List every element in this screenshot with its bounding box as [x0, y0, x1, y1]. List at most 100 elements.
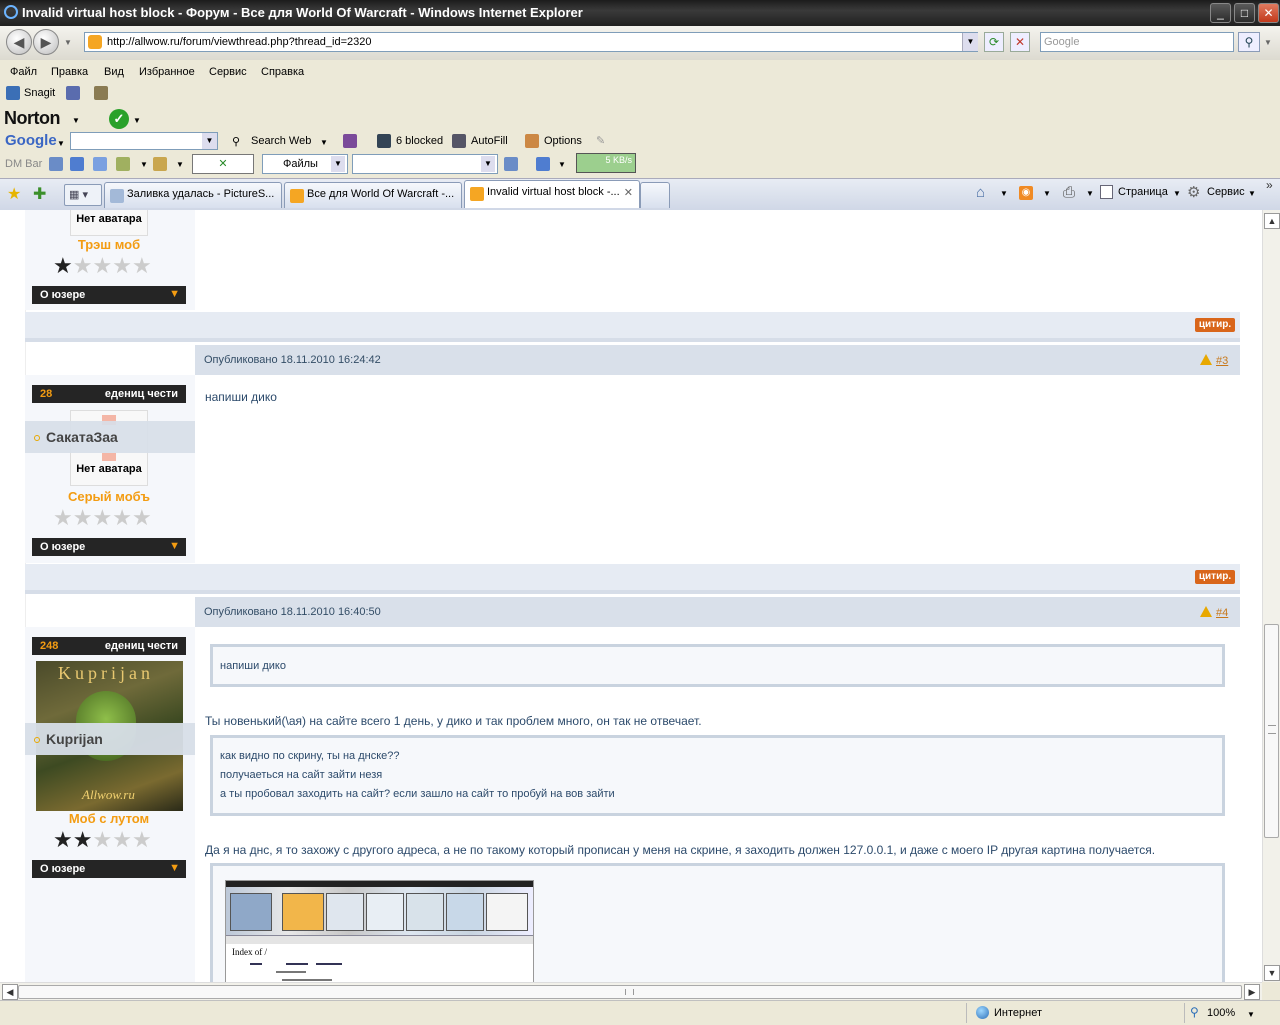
page-dropdown-icon[interactable]: ▼ [1173, 189, 1181, 198]
google-search-dropdown-icon[interactable]: ▼ [202, 133, 217, 149]
embedded-screenshot-image[interactable]: Index of / [225, 880, 534, 982]
dm-add-icon[interactable] [70, 157, 84, 171]
dm-download-arrow-icon[interactable] [536, 157, 550, 171]
dm-url-dropdown-icon[interactable]: ▼ [481, 156, 495, 172]
files-dropdown-icon[interactable]: ▼ [331, 156, 345, 172]
history-dropdown-icon[interactable]: ▼ [64, 38, 72, 47]
dm-download-dropdown-icon[interactable]: ▼ [558, 160, 566, 169]
google-search-field[interactable] [70, 132, 218, 150]
vertical-scroll-thumb[interactable] [1264, 624, 1279, 838]
close-button[interactable]: ✕ [1258, 3, 1279, 23]
rss-feed-icon[interactable]: ◉ [1019, 186, 1033, 200]
dm-status-icon[interactable]: ✕ [192, 154, 254, 174]
address-dropdown-icon[interactable]: ▼ [962, 33, 978, 51]
dm-clip-dropdown-icon[interactable]: ▼ [176, 160, 184, 169]
address-bar[interactable]: http://allwow.ru/forum/viewthread.php?th… [84, 32, 978, 52]
star-icon: ★ [72, 505, 93, 530]
maximize-button[interactable]: □ [1234, 3, 1255, 23]
tab-invalid-virtual-host[interactable]: Invalid virtual host block -... ✕ [464, 180, 640, 208]
dm-windows-icon[interactable] [93, 157, 107, 171]
tools-menu-button[interactable]: Сервис [1207, 186, 1245, 198]
quick-tabs-icon[interactable]: ▦ ▾ [64, 184, 102, 206]
dm-download-icon[interactable] [49, 157, 63, 171]
search-web-button[interactable]: Search Web [251, 135, 311, 147]
snagit-window-icon[interactable] [66, 86, 80, 100]
scroll-right-icon[interactable]: ▶ [1244, 984, 1260, 1000]
norton-status-icon[interactable]: ✓ [109, 109, 129, 129]
autofill-button[interactable]: AutoFill [471, 135, 508, 147]
toolbar-overflow-icon[interactable]: » [1266, 178, 1273, 192]
menu-edit[interactable]: Правка [51, 66, 88, 78]
post-3-about-user-button[interactable]: О юзере ▼ [32, 860, 186, 878]
google-menu-icon[interactable]: ▼ [57, 139, 65, 148]
menu-tools[interactable]: Сервис [209, 66, 247, 78]
norton-menu-icon[interactable]: ▼ [72, 116, 80, 125]
home-icon[interactable]: ⌂ [976, 184, 985, 201]
post-1-quote-button[interactable]: цитир. [1195, 318, 1235, 332]
back-button[interactable]: ◀ [6, 29, 32, 55]
zoom-level-button[interactable]: 100% [1207, 1007, 1235, 1019]
refresh-icon[interactable]: ⟳ [984, 32, 1004, 52]
post-2-username[interactable]: СакатаЗаа [46, 429, 118, 445]
forward-button[interactable]: ▶ [33, 29, 59, 55]
honor-label: едениц чести [104, 388, 178, 400]
scroll-left-icon[interactable]: ◀ [2, 984, 18, 1000]
horizontal-scrollbar[interactable]: ◀ ▶ [0, 982, 1262, 1001]
tab-close-icon[interactable]: ✕ [624, 186, 633, 199]
options-button[interactable]: Options [544, 135, 582, 147]
home-dropdown-icon[interactable]: ▼ [1000, 189, 1008, 198]
vertical-scrollbar[interactable]: ▲ ▼ [1262, 210, 1280, 982]
zoom-dropdown-icon[interactable]: ▼ [1247, 1010, 1255, 1019]
favorites-star-icon[interactable]: ★ [7, 184, 21, 204]
rss-dropdown-icon[interactable]: ▼ [1043, 189, 1051, 198]
post-3-screenshot-frame: Index of / [210, 863, 1225, 982]
search-web-icon: ⚲ [232, 136, 241, 148]
post-2-number-link[interactable]: #3 [1216, 355, 1228, 367]
print-icon[interactable]: ⎙ [1063, 184, 1075, 201]
dm-home-icon[interactable] [116, 157, 130, 171]
tab-allwow-forum[interactable]: Все для World Of Warcraft -... [284, 182, 462, 208]
news-icon[interactable] [343, 134, 357, 148]
post-2-about-user-button[interactable]: О юзере ▼ [32, 538, 186, 556]
search-web-dropdown-icon[interactable]: ▼ [320, 138, 328, 147]
files-select[interactable]: Файлы ▼ [262, 154, 348, 174]
dm-clip-icon[interactable] [153, 157, 167, 171]
blocked-popups-button[interactable]: 6 blocked [396, 135, 443, 147]
dm-go-icon[interactable] [504, 157, 518, 171]
snagit-button[interactable]: Snagit [24, 87, 55, 99]
menu-file[interactable]: Файл [10, 66, 37, 78]
pencil-icon[interactable]: ✎ [596, 134, 605, 147]
report-warning-icon[interactable] [1200, 354, 1212, 365]
norton-status-dropdown-icon[interactable]: ▼ [133, 116, 141, 125]
scroll-up-icon[interactable]: ▲ [1264, 213, 1280, 229]
address-input[interactable]: http://allwow.ru/forum/viewthread.php?th… [107, 36, 371, 48]
post-3-quote-1: напиши дико [210, 644, 1225, 687]
post-3-number-link[interactable]: #4 [1216, 607, 1228, 619]
page-menu-button[interactable]: Страница [1118, 186, 1168, 198]
security-zone-label[interactable]: Интернет [994, 1007, 1042, 1019]
stop-icon[interactable]: ✕ [1010, 32, 1030, 52]
minimize-button[interactable]: _ [1210, 3, 1231, 23]
tab-picture-upload[interactable]: Заливка удалась - PictureS... [104, 182, 282, 208]
post-2-quote-button[interactable]: цитир. [1195, 570, 1235, 584]
report-warning-icon[interactable] [1200, 606, 1212, 617]
horizontal-scroll-thumb[interactable] [18, 985, 1242, 999]
print-dropdown-icon[interactable]: ▼ [1086, 189, 1094, 198]
star-icon: ★ [72, 253, 93, 278]
menu-help[interactable]: Справка [261, 66, 304, 78]
search-input[interactable]: Google [1040, 32, 1234, 52]
menu-favorites[interactable]: Избранное [139, 66, 195, 78]
scroll-down-icon[interactable]: ▼ [1264, 965, 1280, 981]
snagit-capture-icon[interactable] [94, 86, 108, 100]
dm-url-field[interactable]: ▼ [352, 154, 498, 174]
menu-view[interactable]: Вид [104, 66, 124, 78]
post-1-about-user-button[interactable]: О юзере ▼ [32, 286, 186, 304]
post-2-footer [25, 564, 1240, 590]
dm-home-dropdown-icon[interactable]: ▼ [140, 160, 148, 169]
post-3-username[interactable]: Kuprijan [46, 731, 103, 747]
search-icon[interactable]: ⚲ [1238, 32, 1260, 52]
new-tab-button[interactable] [640, 182, 670, 208]
tools-dropdown-icon[interactable]: ▼ [1248, 189, 1256, 198]
search-options-icon[interactable]: ▼ [1264, 38, 1272, 47]
add-favorites-icon[interactable]: ✚ [33, 184, 46, 204]
